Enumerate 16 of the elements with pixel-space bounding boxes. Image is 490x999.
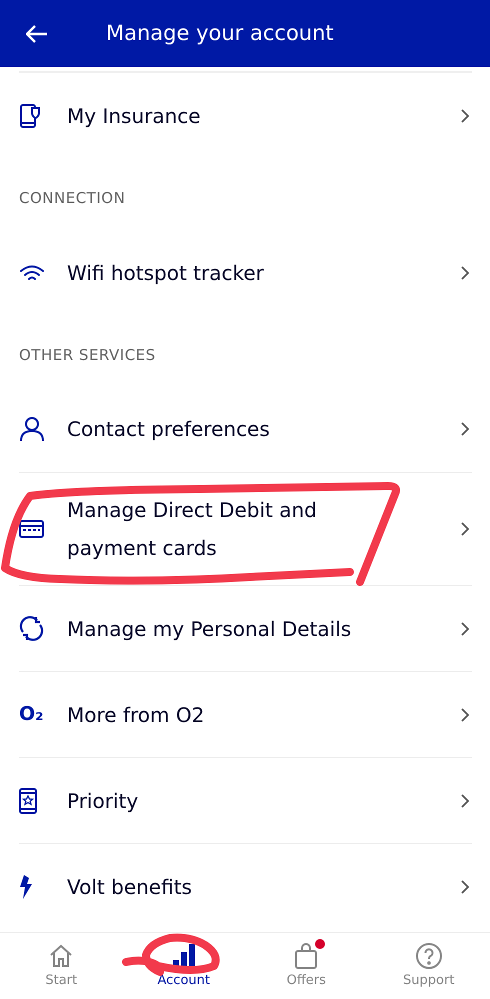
logo-icon: O₂	[19, 700, 44, 729]
menu-item[interactable]: O₂ More from O2	[19, 671, 472, 757]
section-heading: OTHER SERVICES	[19, 344, 157, 366]
menu-item[interactable]: Priority	[19, 757, 472, 843]
nav-tab[interactable]: Account	[122, 933, 245, 999]
menu-item[interactable]: Wifi hotspot tracker	[19, 230, 472, 316]
menu-item[interactable]: Manage my Personal Details	[19, 585, 472, 671]
section-heading: CONNECTION	[19, 188, 126, 209]
menu-item[interactable]: My Insurance	[19, 73, 472, 159]
menu-item[interactable]: Volt benefits	[19, 843, 472, 929]
page-title: Manage your account	[106, 20, 334, 47]
nav-tab[interactable]: Support	[368, 933, 490, 999]
menu-item[interactable]: Manage Direct Debit and payment cards	[19, 472, 472, 585]
nav-tab[interactable]: Offers	[245, 933, 368, 999]
nav-tab[interactable]: Start	[0, 933, 122, 999]
menu-item[interactable]: Contact preferences	[19, 386, 472, 472]
